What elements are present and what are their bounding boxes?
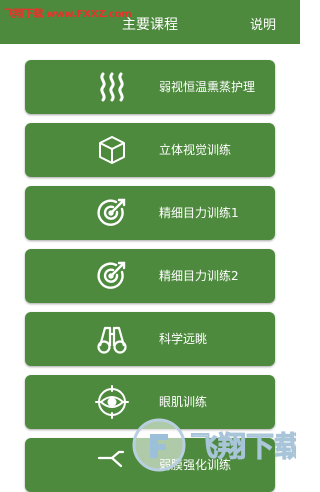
course-card-steam-care[interactable]: 弱视恒温熏蒸护理 xyxy=(25,60,275,114)
course-label: 精细目力训练1 xyxy=(159,206,239,220)
course-label: 精细目力训练2 xyxy=(159,269,239,283)
course-card-far-gazing[interactable]: 科学远眺 xyxy=(25,312,275,366)
target-arrow-icon xyxy=(95,196,129,230)
help-button[interactable]: 说明 xyxy=(250,14,276,33)
course-label: 弱视恒温熏蒸护理 xyxy=(159,80,256,94)
steam-icon xyxy=(95,70,129,104)
branch-icon xyxy=(95,448,129,482)
course-label: 科学远眺 xyxy=(159,332,208,346)
course-label: 立体视觉训练 xyxy=(159,143,232,157)
course-card-fine-vision-1[interactable]: 精细目力训练1 xyxy=(25,186,275,240)
site-watermark-logo: 飞翔下载 xyxy=(130,416,303,474)
svg-text:飞翔下载: 飞翔下载 xyxy=(190,430,296,463)
course-card-fine-vision-2[interactable]: 精细目力训练2 xyxy=(25,249,275,303)
cube-icon xyxy=(95,133,129,167)
binoculars-icon xyxy=(95,322,129,356)
course-card-stereo-vision[interactable]: 立体视觉训练 xyxy=(25,123,275,177)
app-header: 飞翔下载 www.FXXZ.com 主要课程 说明 xyxy=(0,0,300,44)
eye-target-icon xyxy=(95,385,129,419)
target-arrow-icon xyxy=(95,259,129,293)
